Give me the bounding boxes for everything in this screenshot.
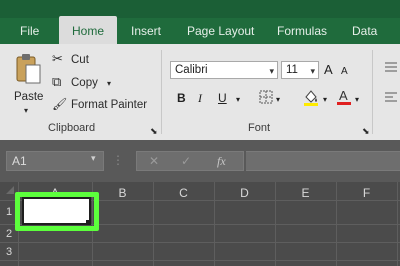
svg-text:A: A [339,88,348,103]
dialog-launcher-icon[interactable]: ⬊ [150,124,158,138]
decrease-font-size-icon[interactable]: A [341,65,348,79]
increase-font-size-icon[interactable]: A [324,63,333,77]
italic-button[interactable]: I [198,91,202,105]
chevron-down-icon[interactable]: ▾ [323,93,327,107]
drag-handle-icon[interactable]: ⋮ [112,153,124,167]
name-box[interactable]: A1 [6,151,104,171]
font-name-value: Calibri [175,64,208,76]
paste-icon [16,54,41,84]
chevron-down-icon[interactable]: ▾ [91,153,96,164]
copy-label: Copy [71,77,98,89]
column-header-f[interactable]: F [336,186,397,200]
column-header-c[interactable]: C [153,186,214,200]
font-group-label: Font [248,122,271,134]
bold-button[interactable]: B [177,91,186,105]
cut-label: Cut [71,54,89,66]
tab-page-layout[interactable]: Page Layout [187,22,254,40]
brush-icon: 🖌 [52,97,68,111]
borders-icon[interactable] [259,90,273,104]
underline-button[interactable]: U [218,91,227,105]
font-size-select[interactable]: 11 ▾ [281,61,319,79]
cancel-icon[interactable]: ✕ [149,154,159,168]
chevron-down-icon: ▾ [269,66,274,76]
tab-file[interactable]: File [20,22,39,40]
chevron-down-icon[interactable]: ▾ [276,93,280,107]
fill-color-icon[interactable] [302,88,320,106]
copy-icon: ⧉ [52,74,62,89]
insert-function-icon[interactable]: fx [217,154,226,169]
tab-formulas[interactable]: Formulas [277,22,327,40]
paste-label: Paste [14,91,44,103]
formula-buttons: ✕ ✓ fx [136,151,244,171]
ribbon-divider [161,50,162,134]
row-divider [0,260,400,261]
column-header-d[interactable]: D [214,186,275,200]
tab-home[interactable]: Home [72,22,104,40]
clipboard-group-label: Clipboard [48,122,96,134]
paste-button[interactable]: Paste ▾ [10,52,48,115]
chevron-down-icon: ▾ [310,66,315,76]
column-header-b[interactable]: B [92,186,153,200]
row-header-3[interactable]: 3 [0,246,18,258]
selection-highlight-box [15,192,99,231]
tab-insert[interactable]: Insert [131,22,161,40]
font-size-value: 11 [286,64,298,76]
enter-icon[interactable]: ✓ [181,154,191,168]
format-painter-button[interactable]: 🖌 Format Painter [52,97,152,113]
column-header-e[interactable]: E [275,186,336,200]
chevron-down-icon[interactable]: ▾ [355,93,359,107]
font-color-icon[interactable]: A [336,88,352,106]
chevron-down-icon: ▾ [107,79,112,88]
font-name-select[interactable]: Calibri ▾ [170,61,278,79]
cut-button[interactable]: ✂ Cut [52,52,102,68]
paste-dropdown-icon: ▾ [24,106,29,115]
copy-button[interactable]: ⧉ Copy ▾ [52,75,122,91]
tab-data[interactable]: Data [352,22,377,40]
scissors-icon: ✂ [52,51,63,66]
select-all-button[interactable] [2,184,16,196]
align-top-icon[interactable] [384,60,398,74]
ribbon-divider [372,50,373,134]
format-painter-label: Format Painter [71,99,148,111]
dialog-launcher-icon[interactable]: ⬊ [362,124,370,138]
align-left-icon[interactable] [384,90,398,104]
row-divider [0,242,400,243]
formula-input[interactable] [246,151,400,171]
chevron-down-icon[interactable]: ▾ [236,93,240,107]
name-box-value: A1 [12,154,27,168]
